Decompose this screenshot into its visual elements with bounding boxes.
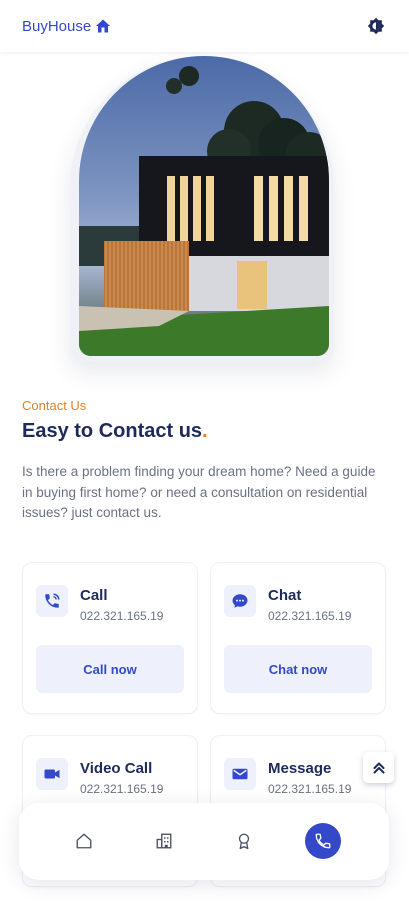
bottom-nav: [19, 803, 389, 880]
nav-item-buildings[interactable]: [146, 823, 182, 859]
phone-icon: [315, 833, 331, 849]
card-title: Chat: [268, 587, 302, 604]
hero: [70, 56, 334, 362]
theme-toggle-icon[interactable]: [367, 17, 385, 35]
scroll-top-button[interactable]: [363, 752, 394, 783]
house-illustration: [79, 66, 329, 356]
card-title: Video Call: [80, 760, 153, 777]
section-title: Easy to Contact us.: [22, 420, 208, 443]
card-phone-number: 022.321.165.19: [268, 609, 352, 623]
building-icon: [156, 833, 172, 849]
double-chevron-up-icon: [373, 762, 384, 773]
house-icon: [96, 19, 111, 33]
nav-item-awards[interactable]: [226, 823, 262, 859]
nav-item-contact[interactable]: [305, 823, 341, 859]
logo[interactable]: BuyHouse: [22, 18, 111, 35]
section-title-text: Easy to Contact us: [22, 420, 203, 442]
header: BuyHouse: [0, 0, 409, 52]
chat-icon: [224, 585, 256, 617]
nav-item-home[interactable]: [66, 823, 102, 859]
card-title: Call: [80, 587, 108, 604]
video-icon: [36, 758, 68, 790]
logo-text: BuyHouse: [22, 17, 92, 35]
card-phone-number: 022.321.165.19: [80, 782, 164, 796]
chat-now-button[interactable]: Chat now: [224, 645, 372, 693]
phone-icon: [36, 585, 68, 617]
mail-icon: [224, 758, 256, 790]
card-phone-number: 022.321.165.19: [80, 609, 164, 623]
title-accent-dot: .: [202, 420, 208, 442]
card-title: Message: [268, 760, 332, 777]
section-description: Is there a problem finding your dream ho…: [22, 464, 376, 520]
section-subtitle: Contact Us: [22, 398, 87, 413]
hero-house-image: [79, 56, 329, 356]
card-phone-number: 022.321.165.19: [268, 782, 352, 796]
chat-card: Chat 022.321.165.19 Chat now: [210, 562, 386, 714]
home-icon: [76, 833, 92, 849]
call-now-button[interactable]: Call now: [36, 645, 184, 693]
call-card: Call 022.321.165.19 Call now: [22, 562, 198, 714]
award-icon: [238, 833, 250, 850]
